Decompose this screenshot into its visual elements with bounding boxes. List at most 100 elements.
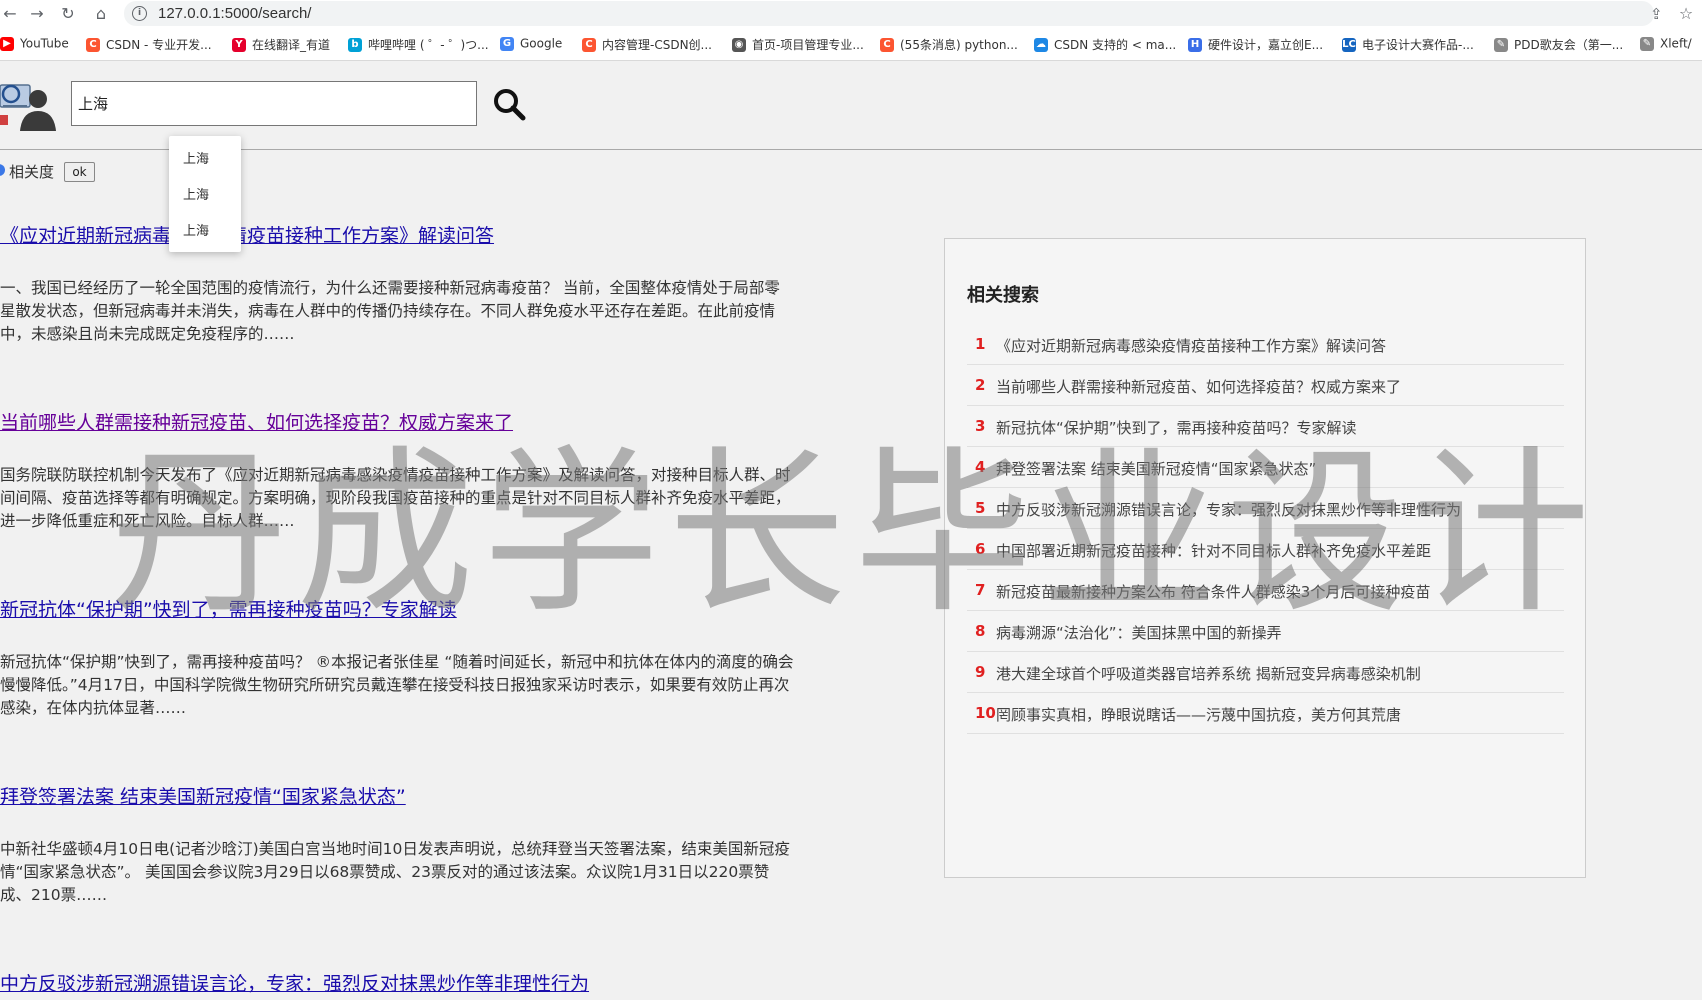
related-rank-number: 8 bbox=[975, 622, 986, 640]
related-rank-number: 3 bbox=[975, 417, 986, 435]
bookmark-label: 在线翻译_有道 bbox=[252, 38, 331, 52]
google-icon: G bbox=[500, 36, 514, 51]
bookmark-label: (55条消息) python... bbox=[900, 38, 1018, 52]
related-search-text[interactable]: 《应对近期新冠病毒感染疫情疫苗接种工作方案》解读问答 bbox=[996, 335, 1386, 356]
related-search-text[interactable]: 罔顾事实真相，睁眼说瞎话——污蔑中国抗疫，美方何其荒唐 bbox=[996, 704, 1401, 725]
bookmark-item[interactable]: ✎ PDD歌友会（第一... bbox=[1494, 36, 1623, 54]
csdn-icon: C bbox=[86, 37, 100, 52]
csdn-icon: C bbox=[880, 37, 894, 52]
suggestion-item[interactable]: 上海 bbox=[183, 148, 209, 167]
result-snippet: 中新社华盛顿4月10日电(记者沙晗汀)美国白宫当地时间10日发表声明说，总统拜登… bbox=[0, 840, 790, 904]
bookmark-label: 硬件设计，嘉立创E... bbox=[1208, 38, 1324, 52]
related-search-item[interactable]: 10 罔顾事实真相，睁眼说瞎话——污蔑中国抗疫，美方何其荒唐 bbox=[967, 694, 1564, 734]
result-title-link[interactable]: 当前哪些人群需接种新冠疫苗、如何选择疫苗？权威方案来了 bbox=[0, 408, 513, 435]
related-search-item[interactable]: 8 病毒溯源“法治化”：美国抹黑中国的新操弄 bbox=[967, 612, 1564, 652]
youdao-icon: Y bbox=[232, 37, 246, 52]
related-search-text[interactable]: 中方反驳涉新冠溯源错误言论，专家：强烈反对抹黑炒作等非理性行为 bbox=[996, 499, 1461, 520]
related-search-item[interactable]: 3 新冠抗体“保护期”快到了，需再接种疫苗吗？专家解读 bbox=[967, 407, 1564, 447]
related-rank-number: 4 bbox=[975, 458, 986, 476]
sort-label: 相关度 bbox=[9, 163, 55, 181]
autocomplete-dropdown: 上海 上海 上海 bbox=[169, 136, 241, 252]
related-search-text[interactable]: 拜登签署法案 结束美国新冠疫情“国家紧急状态” bbox=[996, 458, 1316, 479]
related-search-title: 相关搜索 bbox=[967, 285, 1039, 306]
jlc-icon: H bbox=[1188, 37, 1202, 52]
bookmark-item[interactable]: ▶ YouTube bbox=[0, 36, 69, 54]
related-search-text[interactable]: 港大建全球首个呼吸道类器官培养系统 揭新冠变异病毒感染机制 bbox=[996, 663, 1421, 684]
related-search-item[interactable]: 6 中国部署近期新冠疫苗接种：针对不同目标人群补齐免疫水平差距 bbox=[967, 530, 1564, 570]
search-input[interactable] bbox=[71, 81, 477, 126]
reload-icon[interactable]: ↻ bbox=[58, 4, 78, 24]
bookmark-label: CSDN - 专业开发... bbox=[106, 38, 212, 52]
pdd-icon: ✎ bbox=[1494, 37, 1508, 52]
bookmark-item[interactable]: H 硬件设计，嘉立创E... bbox=[1188, 36, 1323, 54]
related-search-text[interactable]: 新冠抗体“保护期”快到了，需再接种疫苗吗？专家解读 bbox=[996, 417, 1357, 438]
page-header bbox=[0, 61, 1702, 150]
site-info-icon[interactable]: i bbox=[132, 6, 147, 21]
bookmark-label: YouTube bbox=[20, 36, 69, 51]
cloud-icon: ☁ bbox=[1034, 37, 1048, 52]
related-search-item[interactable]: 7 新冠疫苗最新接种方案公布 符合条件人群感染3个月后可接种疫苗 bbox=[967, 571, 1564, 611]
address-bar[interactable]: i 127.0.0.1:5000/search/ ⇪ bbox=[124, 1, 1663, 26]
back-icon[interactable]: ← bbox=[0, 4, 20, 24]
bookmarks-bar: ▶ YouTube C CSDN - 专业开发... Y 在线翻译_有道 b 哔哩哔哩 ( ゜… bbox=[0, 28, 1702, 61]
related-search-text[interactable]: 病毒溯源“法治化”：美国抹黑中国的新操弄 bbox=[996, 622, 1282, 643]
related-search-item[interactable]: 5 中方反驳涉新冠溯源错误言论，专家：强烈反对抹黑炒作等非理性行为 bbox=[967, 489, 1564, 529]
related-rank-number: 5 bbox=[975, 499, 986, 517]
related-rank-number: 1 bbox=[975, 335, 986, 353]
suggestion-item[interactable]: 上海 bbox=[183, 184, 209, 203]
result-title-link[interactable]: 拜登签署法案 结束美国新冠疫情“国家紧急状态” bbox=[0, 782, 406, 809]
result-snippet: 国务院联防联控机制今天发布了《应对近期新冠病毒感染疫情疫苗接种工作方案》及解读问… bbox=[0, 466, 791, 530]
related-search-item[interactable]: 9 港大建全球首个呼吸道类器官培养系统 揭新冠变异病毒感染机制 bbox=[967, 653, 1564, 693]
globe-icon: ◉ bbox=[732, 37, 746, 52]
bookmark-item[interactable]: Y 在线翻译_有道 bbox=[232, 36, 330, 54]
result-title-link[interactable]: 《应对近期新冠病毒感染疫情疫苗接种工作方案》解读问答 bbox=[0, 221, 494, 248]
related-search-text[interactable]: 当前哪些人群需接种新冠疫苗、如何选择疫苗？权威方案来了 bbox=[996, 376, 1401, 397]
related-search-panel: 相关搜索 1 《应对近期新冠病毒感染疫情疫苗接种工作方案》解读问答 2 当前哪些人群需… bbox=[944, 238, 1586, 878]
youtube-icon: ▶ bbox=[0, 36, 14, 51]
bookmark-item[interactable]: ◉ 首页-项目管理专业... bbox=[732, 36, 864, 54]
bookmark-label: 哔哩哔哩 ( ゜- ゜)つ... bbox=[368, 38, 489, 52]
related-rank-number: 2 bbox=[975, 376, 986, 394]
bilibili-icon: b bbox=[348, 37, 362, 52]
bookmark-label: PDD歌友会（第一... bbox=[1514, 38, 1624, 52]
related-search-item[interactable]: 4 拜登签署法案 结束美国新冠疫情“国家紧急状态” bbox=[967, 448, 1564, 488]
related-search-item[interactable]: 1 《应对近期新冠病毒感染疫情疫苗接种工作方案》解读问答 bbox=[967, 325, 1564, 365]
result-title-link[interactable]: 中方反驳涉新冠溯源错误言论，专家：强烈反对抹黑炒作等非理性行为 bbox=[0, 969, 589, 996]
related-rank-number: 9 bbox=[975, 663, 986, 681]
browser-toolbar: ← → ↻ ⌂ i 127.0.0.1:5000/search/ ⇪ ☆ bbox=[0, 0, 1702, 29]
bookmark-label: Google bbox=[520, 36, 563, 51]
bookmark-item[interactable]: ✎ Xleft/ bbox=[1640, 36, 1692, 54]
bookmark-label: Xleft/ bbox=[1660, 36, 1692, 51]
bookmark-label: 首页-项目管理专业... bbox=[752, 38, 864, 52]
bookmark-item[interactable]: C CSDN - 专业开发... bbox=[86, 36, 212, 54]
forward-icon[interactable]: → bbox=[27, 4, 47, 24]
bookmark-item[interactable]: C (55条消息) python... bbox=[880, 36, 1018, 54]
related-search-text[interactable]: 中国部署近期新冠疫苗接种：针对不同目标人群补齐免疫水平差距 bbox=[996, 540, 1431, 561]
share-icon[interactable]: ⇪ bbox=[1650, 5, 1663, 23]
result-title-link[interactable]: 新冠抗体“保护期”快到了，需再接种疫苗吗？专家解读 bbox=[0, 595, 457, 622]
related-search-item[interactable]: 2 当前哪些人群需接种新冠疫苗、如何选择疫苗？权威方案来了 bbox=[967, 366, 1564, 406]
url-text[interactable]: 127.0.0.1:5000/search/ bbox=[158, 5, 311, 22]
bookmark-item[interactable]: b 哔哩哔哩 ( ゜- ゜)つ... bbox=[348, 36, 489, 54]
result-snippet: 新冠抗体“保护期”快到了，需再接种疫苗吗？ ®本报记者张佳星 “随着时间延长，新… bbox=[0, 653, 794, 717]
logo-icon bbox=[0, 84, 56, 131]
search-icon[interactable] bbox=[492, 87, 526, 121]
bookmark-star-icon[interactable]: ☆ bbox=[1676, 4, 1696, 24]
home-icon[interactable]: ⌂ bbox=[91, 4, 111, 24]
related-rank-number: 10 bbox=[975, 704, 996, 722]
related-search-text[interactable]: 新冠疫苗最新接种方案公布 符合条件人群感染3个月后可接种疫苗 bbox=[996, 581, 1430, 602]
bookmark-item[interactable]: ☁ CSDN 支持的 < ma... bbox=[1034, 36, 1176, 54]
bookmark-label: 内容管理-CSDN创... bbox=[602, 38, 712, 52]
bookmark-item[interactable]: G Google bbox=[500, 36, 562, 54]
bookmark-item[interactable]: C 内容管理-CSDN创... bbox=[582, 36, 712, 54]
sort-radio[interactable] bbox=[0, 164, 5, 176]
sort-ok-button[interactable]: ok bbox=[64, 162, 95, 182]
result-snippet: 一、我国已经经历了一轮全国范围的疫情流行，为什么还需要接种新冠病毒疫苗？ 当前，… bbox=[0, 279, 780, 343]
bookmark-item[interactable]: LC 电子设计大赛作品-... bbox=[1342, 36, 1474, 54]
suggestion-item[interactable]: 上海 bbox=[183, 220, 209, 239]
csdn-icon: C bbox=[582, 37, 596, 52]
related-rank-number: 7 bbox=[975, 581, 986, 599]
lc-icon: LC bbox=[1342, 37, 1356, 52]
bookmark-label: 电子设计大赛作品-... bbox=[1362, 38, 1474, 52]
xleft-icon: ✎ bbox=[1640, 36, 1654, 51]
